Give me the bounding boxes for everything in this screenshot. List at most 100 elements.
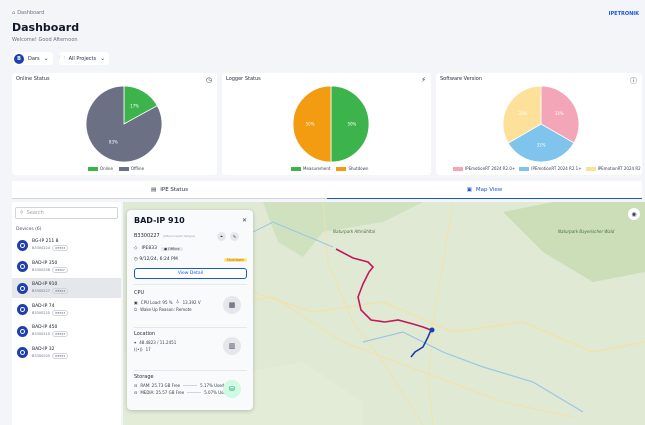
legend-item: Shutdown (336, 166, 368, 171)
online-pie: 17% 83% (85, 85, 163, 163)
welcome-text: Welcome! Good Afternoon (12, 37, 78, 43)
ram-icon: ⊟ (134, 383, 138, 388)
legend-swatch (291, 166, 301, 171)
power-icon: ⏻ (134, 307, 138, 312)
eye-icon[interactable]: ◉ (628, 208, 640, 220)
location-pin-icon: ⌖ (134, 340, 137, 345)
legend: Online Offline (88, 166, 144, 171)
brand-logo: IPETRONIK (608, 11, 639, 17)
card-title: Logger Status (226, 76, 261, 82)
list-item[interactable]: BAD-IP 450 B3300210 IPE833 (12, 321, 121, 341)
device-icon (17, 282, 28, 294)
map-label: Naturpark Bayerischer Wald (558, 229, 615, 234)
pie-label: 50% (306, 122, 315, 127)
software-version-card: Software Version ⓘ 33% 33% 33% IPEmotionRT… (436, 73, 642, 175)
software-pie: 33% 33% 33% (502, 85, 580, 163)
location-section: Location ⌖ 48.4823 / 11.2451 ((•)) 17 ▥ (134, 331, 247, 367)
legend-item: Offline (118, 166, 144, 171)
device-list: BG-IP 211 8 B3300224 IPE833 BAD-IP 350 B330… (12, 235, 121, 364)
table-icon: ▤ (151, 186, 157, 193)
legend-item: Measurement (291, 166, 330, 171)
status-badge: ● Offline (160, 246, 183, 251)
cpu-section: CPU ▣ CPU Load: 95 % ⏃ 13.392 V ⏻ Wake Up Re… (134, 290, 247, 326)
list-item[interactable]: BG-IP 211 8 B3300224 IPE833 (12, 235, 121, 255)
state-badge: Shutdown (223, 257, 247, 262)
device-icon (17, 325, 28, 337)
popup-time-row: ◷ 9/12/24, 6:24 PM Shutdown (134, 257, 247, 262)
project-filter[interactable]: 🗀 All Projects ⌄ (58, 52, 110, 65)
clock-icon[interactable]: ◷ (206, 76, 212, 84)
device-icon (17, 239, 28, 251)
pie-label: 33% (537, 142, 546, 147)
chevron-down-icon: ⌄ (43, 55, 49, 62)
user-filter[interactable]: B Dars ⌄ (13, 52, 53, 65)
legend: IPEmotionRT 2024 R2.0+ IPEmotionRT 2024 … (453, 166, 641, 171)
thermometer-icon: ⏃ (175, 299, 180, 304)
popup-title: BAD-IP 910 (134, 216, 185, 225)
legend-swatch (88, 166, 98, 171)
cpu-icon: ▦ (223, 296, 241, 314)
pie-label: 83% (109, 139, 118, 144)
logger-pie: 50% 50% (292, 85, 370, 163)
map-label: Naturpark Altmühltal (333, 229, 376, 234)
pie-label: 33% (555, 111, 564, 116)
list-item[interactable]: BAD-IP 74 B3300225 IPE833 (12, 300, 121, 320)
close-icon[interactable]: ✕ (242, 217, 247, 224)
popup-actions: ⌖ ∿ (217, 232, 239, 241)
legend-swatch (585, 166, 596, 171)
location-pin-icon[interactable]: ⌖ (217, 232, 226, 241)
pie-label: 50% (347, 122, 356, 127)
page-header: ⌂ Dashboard IPETRONIK Dashboard Welcome!… (0, 0, 645, 70)
search-icon: ⚲ (20, 210, 24, 216)
view-detail-button[interactable]: View Detail (134, 268, 247, 279)
activity-icon[interactable]: ⚡ (421, 76, 426, 84)
search-input[interactable]: ⚲ Search (15, 207, 118, 219)
online-status-card: Online Status ◷ 17% 83% Online Offline (12, 73, 217, 175)
page-title: Dashboard (12, 21, 80, 34)
legend-swatch (118, 166, 129, 171)
legend-swatch (519, 166, 530, 171)
card-title: Software Version (440, 76, 483, 82)
avatar: B (14, 53, 24, 64)
list-item[interactable]: BAD-IP 350 B3300256 IPE5kF (12, 257, 121, 277)
divider (134, 327, 247, 328)
map-icon: ▣ (466, 186, 472, 193)
tab-ipe-status[interactable]: ▤ IPE Status (12, 181, 327, 199)
database-icon: ⛁ (223, 380, 241, 398)
link-icon[interactable]: ∿ (230, 232, 239, 241)
breadcrumb[interactable]: ⌂ Dashboard (12, 10, 44, 16)
device-sidebar: ⚲ Search Devices (6) BG-IP 211 8 B3300224… (12, 202, 121, 425)
map-icon: ▥ (223, 337, 241, 355)
device-detail-popup: BAD-IP 910 ✕ B3300227 (Afteroma/pit datyp… (127, 210, 253, 410)
pie-label: 33% (518, 111, 527, 116)
legend-swatch (336, 166, 347, 171)
chevron-down-icon: ⌄ (100, 55, 106, 62)
divider (134, 284, 247, 285)
pie-label: 17% (130, 104, 139, 109)
device-icon (17, 261, 28, 272)
popup-model-row: ◇ IPE833 ● Offline (134, 246, 183, 251)
list-item[interactable]: BAD-IP 32 B3300205 IPE833 (12, 343, 121, 363)
device-icon (17, 347, 28, 358)
home-icon: ⌂ (12, 10, 16, 16)
legend: Measurement Shutdown (291, 166, 368, 171)
info-icon[interactable]: ⓘ (630, 76, 637, 86)
view-tabs: ▤ IPE Status ▣ Map View (12, 181, 642, 199)
legend-swatch (453, 166, 463, 171)
logger-status-card: Logger Status ⚡ 50% 50% Measurement Shutd… (222, 73, 431, 175)
legend-item: Online (88, 166, 113, 171)
storage-section: Storage ⊟ RAM: 25.73 GB Free 5.17% Used ⊟ M… (134, 374, 247, 410)
filter-bar: B Dars ⌄ 🗀 All Projects ⌄ (13, 52, 110, 65)
tab-map-view[interactable]: ▣ Map View (327, 181, 642, 199)
signal-icon: ((•)) (134, 347, 143, 352)
device-icon (17, 304, 28, 315)
list-item[interactable]: BAD-IP 910 B3300227 IPE833 (12, 278, 121, 298)
tag-icon: ◇ (134, 246, 138, 251)
disk-icon: ⊟ (134, 390, 138, 395)
divider (134, 370, 247, 371)
legend-item: IPEmotionRT 2024 R2.0+ (453, 166, 515, 171)
legend-item: IPEmotionRT 2024 R2 (585, 166, 641, 171)
clock-icon: ◷ (134, 257, 138, 262)
card-title: Online Status (16, 76, 50, 82)
legend-item: IPEmotionRT 2024 R2.1+ (519, 166, 582, 171)
